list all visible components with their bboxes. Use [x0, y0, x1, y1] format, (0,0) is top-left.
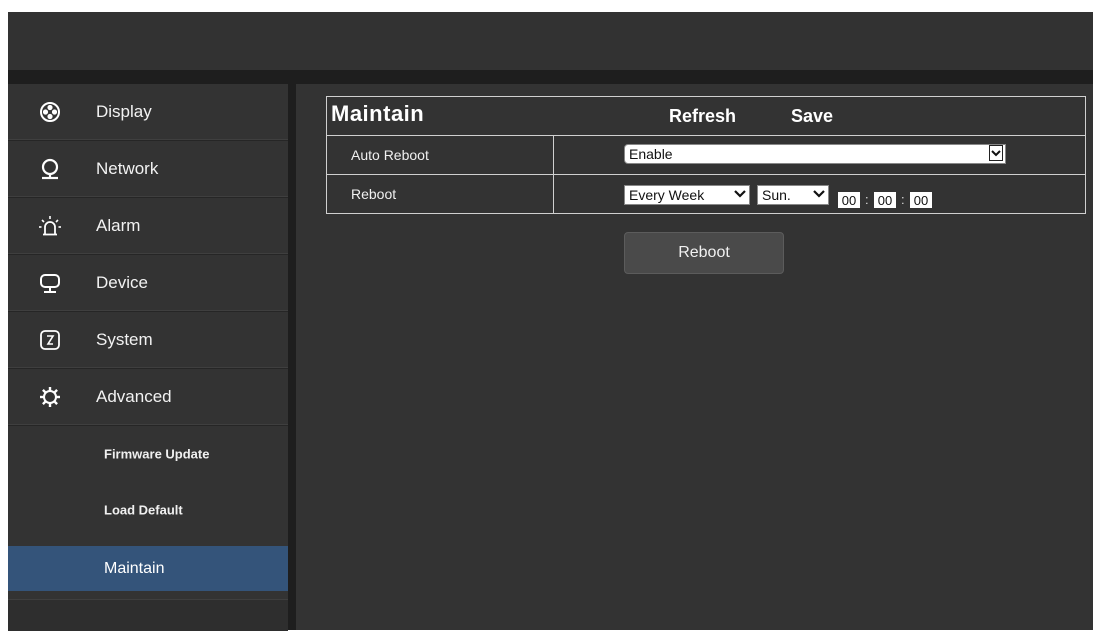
auto-reboot-label-cell: Auto Reboot	[327, 136, 554, 174]
subitem-load-default[interactable]: Load Default	[8, 482, 288, 538]
reboot-row: Reboot Every Week Sun. 00 : 00 : 00	[327, 175, 1085, 214]
sidebar-item-label: Network	[96, 158, 159, 178]
reboot-day-value: Sun.	[762, 187, 791, 203]
auto-reboot-row: Auto Reboot Enable	[327, 136, 1085, 175]
sidebar-footer	[8, 599, 288, 631]
sidebar-item-label: Advanced	[96, 386, 172, 406]
chevron-down-icon	[989, 145, 1003, 161]
time-separator: :	[901, 192, 905, 207]
chevron-down-icon	[813, 190, 825, 198]
time-separator: :	[865, 192, 869, 207]
reboot-minute-input[interactable]: 00	[874, 192, 896, 208]
auto-reboot-label: Auto Reboot	[351, 147, 429, 163]
reboot-day-select[interactable]: Sun.	[757, 185, 829, 205]
sidebar-item-device[interactable]: Device	[8, 255, 288, 311]
network-icon	[41, 158, 59, 179]
main-content: Maintain Refresh Save Auto Reboot Enable…	[296, 84, 1093, 630]
reboot-button[interactable]: Reboot	[624, 232, 784, 274]
system-icon	[40, 329, 60, 350]
refresh-button[interactable]: Refresh	[669, 106, 736, 127]
reboot-hour-input[interactable]: 00	[838, 192, 860, 208]
sidebar: Display Network Alarm Device System Adva…	[8, 84, 288, 631]
device-icon	[40, 273, 60, 293]
reboot-frequency-value: Every Week	[629, 187, 705, 203]
alarm-icon	[39, 215, 61, 235]
sidebar-item-system[interactable]: System	[8, 312, 288, 368]
reboot-frequency-select[interactable]: Every Week	[624, 185, 750, 205]
chevron-down-icon	[734, 190, 746, 198]
reboot-label-cell: Reboot	[327, 175, 554, 213]
advanced-icon	[40, 386, 60, 407]
save-button[interactable]: Save	[791, 106, 833, 127]
sidebar-item-advanced[interactable]: Advanced	[8, 369, 288, 425]
top-bar	[8, 12, 1093, 70]
subitem-label: Load Default	[104, 502, 183, 518]
sidebar-item-network[interactable]: Network	[8, 141, 288, 197]
sidebar-item-label: Alarm	[96, 215, 141, 235]
reboot-label: Reboot	[351, 186, 397, 202]
display-icon	[40, 101, 60, 122]
sidebar-item-label: Display	[96, 101, 152, 121]
panel-header: Maintain Refresh Save	[327, 97, 1085, 136]
maintain-panel: Maintain Refresh Save Auto Reboot Enable…	[326, 96, 1086, 214]
subitem-label: Maintain	[104, 559, 165, 577]
auto-reboot-value: Enable	[629, 146, 673, 162]
sidebar-item-alarm[interactable]: Alarm	[8, 198, 288, 254]
sidebar-item-label: Device	[96, 272, 148, 292]
sidebar-item-display[interactable]: Display	[8, 84, 288, 140]
reboot-second-input[interactable]: 00	[910, 192, 932, 208]
auto-reboot-select[interactable]: Enable	[624, 144, 1006, 164]
sidebar-item-label: System	[96, 329, 153, 349]
subitem-label: Firmware Update	[104, 446, 210, 462]
subitem-maintain[interactable]: Maintain	[8, 546, 288, 591]
subitem-firmware-update[interactable]: Firmware Update	[8, 426, 288, 482]
page-title: Maintain	[331, 101, 425, 126]
